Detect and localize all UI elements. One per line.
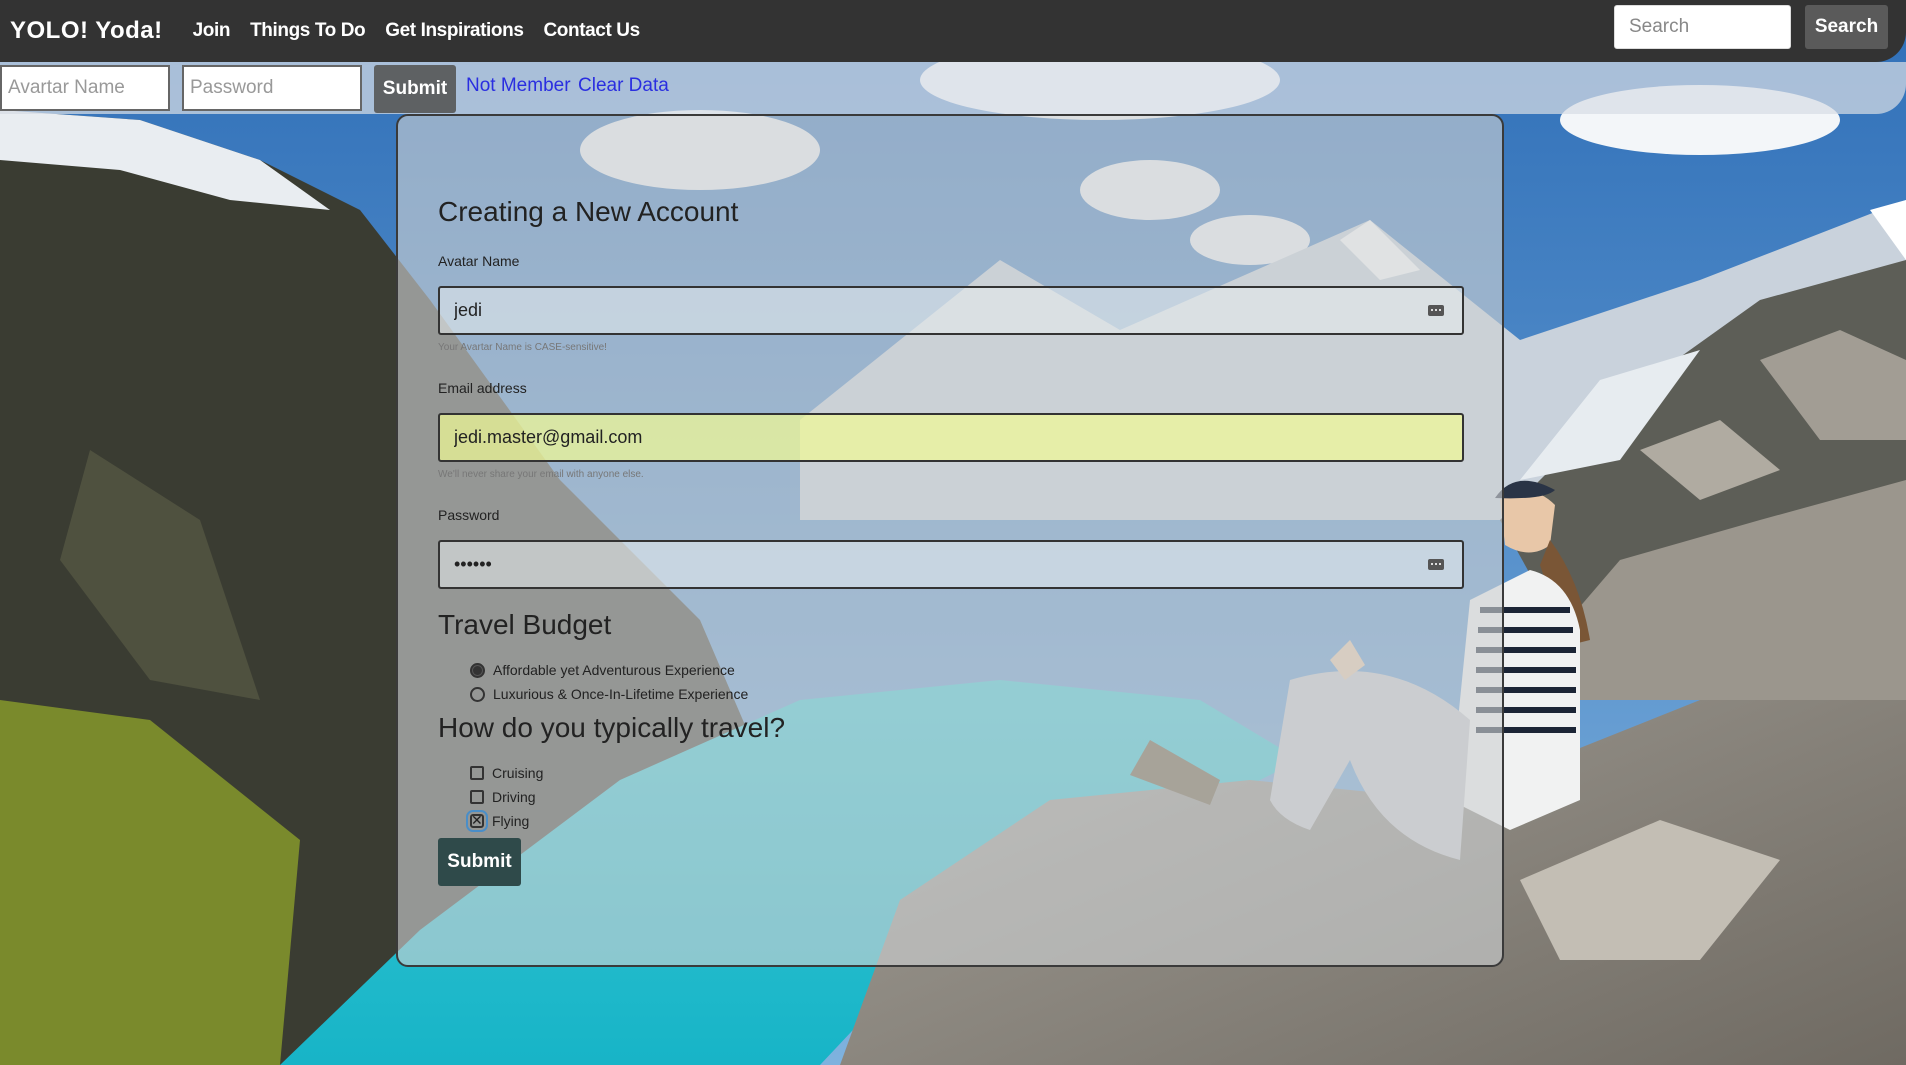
password-label: Password [438, 507, 500, 523]
not-member-link[interactable]: Not Member [466, 75, 571, 97]
radio-button[interactable] [470, 662, 485, 678]
brand-logo[interactable]: YOLO! Yoda! [10, 17, 163, 45]
password-input[interactable] [438, 540, 1464, 589]
radio-label: Luxurious & Once-In-Lifetime Experience [493, 686, 749, 702]
travel-method-title: How do you typically travel? [438, 712, 786, 743]
nav-get-inspirations[interactable]: Get Inspirations [385, 20, 524, 42]
checkbox[interactable] [466, 810, 488, 832]
avatar-name-input[interactable] [438, 286, 1464, 335]
nav-contact-us[interactable]: Contact Us [543, 20, 640, 42]
login-bar: Submit Not Member Clear Data [0, 62, 1906, 114]
email-label: Email address [438, 380, 527, 396]
email-help: We'll never share your email with anyone… [438, 469, 644, 480]
clear-data-link[interactable]: Clear Data [578, 75, 669, 97]
form-submit-button[interactable]: Submit [438, 838, 521, 886]
new-account-form: Creating a New Account Avatar Name Your … [396, 114, 1504, 967]
nav-things-to-do[interactable]: Things To Do [250, 20, 366, 42]
checkbox[interactable] [470, 766, 484, 780]
search-input[interactable] [1614, 5, 1791, 49]
checkbox-label: Cruising [492, 765, 544, 781]
budget-option-luxurious[interactable]: Luxurious & Once-In-Lifetime Experience [470, 686, 748, 702]
nav-join[interactable]: Join [193, 20, 231, 42]
checkbox[interactable] [470, 790, 484, 804]
checkbox-label: Driving [492, 789, 536, 805]
form-title: Creating a New Account [438, 196, 739, 227]
login-submit-button[interactable]: Submit [374, 65, 456, 113]
travel-option-driving[interactable]: Driving [470, 789, 536, 805]
login-avatar-input[interactable] [0, 65, 170, 111]
travel-option-cruising[interactable]: Cruising [470, 765, 543, 781]
keyboard-icon[interactable] [1428, 305, 1444, 316]
keyboard-icon[interactable] [1428, 559, 1444, 570]
travel-option-flying[interactable]: Flying [466, 810, 530, 832]
travel-budget-title: Travel Budget [438, 609, 612, 640]
radio-label: Affordable yet Adventurous Experience [493, 662, 735, 678]
search-button[interactable]: Search [1805, 5, 1888, 49]
login-password-input[interactable] [182, 65, 362, 111]
avatar-name-help: Your Avartar Name is CASE-sensitive! [438, 342, 607, 353]
budget-option-affordable[interactable]: Affordable yet Adventurous Experience [470, 662, 735, 678]
top-navbar: YOLO! Yoda! Join Things To Do Get Inspir… [0, 0, 1906, 62]
radio-button[interactable] [470, 686, 485, 702]
checkbox-label: Flying [492, 813, 530, 829]
email-input[interactable] [438, 413, 1464, 462]
avatar-name-label: Avatar Name [438, 253, 520, 269]
